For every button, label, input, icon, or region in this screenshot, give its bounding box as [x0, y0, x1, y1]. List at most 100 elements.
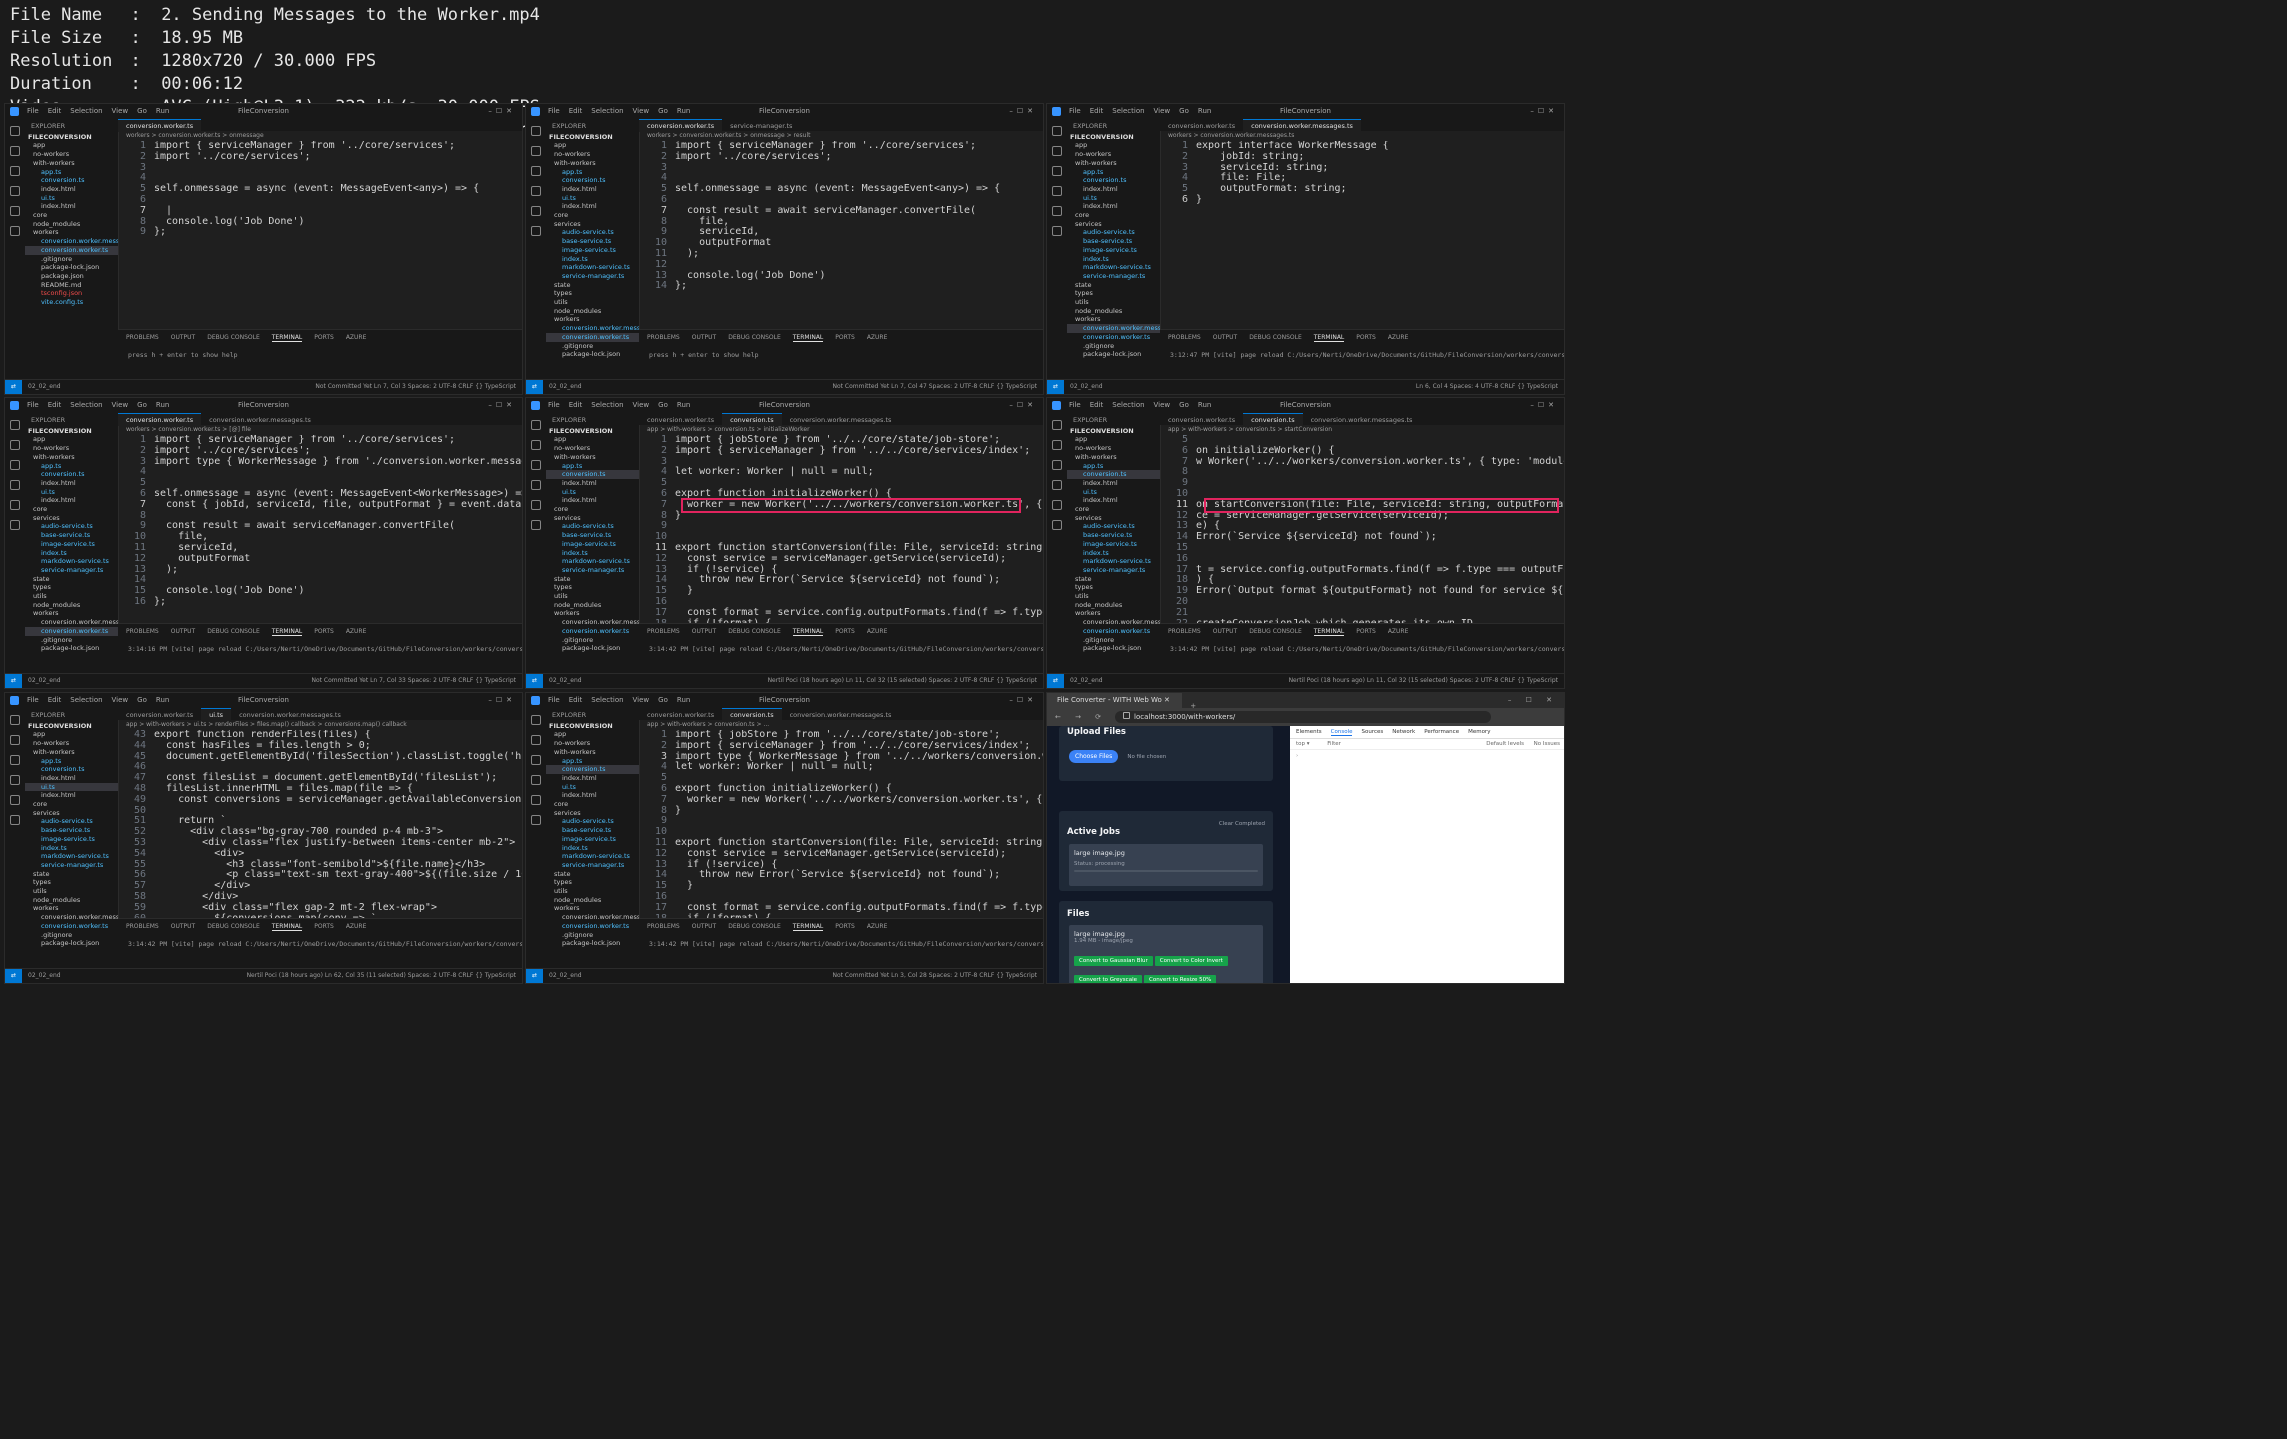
- window-controls[interactable]: –☐✕: [488, 398, 516, 413]
- branch-name[interactable]: 02_02_end: [549, 972, 582, 979]
- tree-item[interactable]: ui.ts: [546, 783, 639, 792]
- code-editor[interactable]: 43 export function renderFiles(files) {44…: [118, 730, 522, 919]
- tree-item[interactable]: package-lock.json: [546, 939, 639, 948]
- command-center-title[interactable]: FileConversion: [526, 693, 1043, 708]
- tree-item[interactable]: package-lock.json: [1067, 350, 1160, 359]
- tree-item[interactable]: types: [25, 583, 118, 592]
- panel-tab[interactable]: OUTPUT: [692, 334, 716, 341]
- tree-item[interactable]: app: [546, 730, 639, 739]
- console-levels[interactable]: Default levels: [1486, 739, 1524, 749]
- tree-item[interactable]: state: [546, 575, 639, 584]
- tree-item[interactable]: audio-service.ts: [25, 817, 118, 826]
- new-tab-icon[interactable]: +: [1190, 702, 1196, 710]
- tree-item[interactable]: app.ts: [546, 462, 639, 471]
- tree-item[interactable]: app: [1067, 435, 1160, 444]
- tree-item[interactable]: audio-service.ts: [1067, 228, 1160, 237]
- terminal-output[interactable]: 3:14:42 PM [vite] page reload C:/Users/N…: [118, 934, 522, 954]
- terminal-output[interactable]: 3:12:47 PM [vite] page reload C:/Users/N…: [1160, 345, 1564, 365]
- panel-tab[interactable]: PORTS: [835, 334, 855, 341]
- tree-item[interactable]: conversion.ts: [25, 765, 118, 774]
- tree-item[interactable]: node_modules: [546, 307, 639, 316]
- source-control-icon[interactable]: [10, 460, 20, 470]
- tree-item[interactable]: conversion.worker.ts: [1067, 333, 1160, 342]
- tree-item[interactable]: conversion.ts: [25, 470, 118, 479]
- tree-item[interactable]: image-service.ts: [1067, 246, 1160, 255]
- panel-tab[interactable]: OUTPUT: [171, 923, 195, 930]
- tree-item[interactable]: conversion.ts: [546, 470, 639, 479]
- tree-item[interactable]: state: [546, 870, 639, 879]
- explorer-root[interactable]: FILECONVERSION: [546, 133, 639, 142]
- tree-item[interactable]: node_modules: [25, 601, 118, 610]
- remote-indicator[interactable]: ⇄: [526, 674, 544, 688]
- tree-item[interactable]: node_modules: [1067, 601, 1160, 610]
- branch-name[interactable]: 02_02_end: [28, 972, 61, 979]
- tree-item[interactable]: node_modules: [546, 601, 639, 610]
- tree-item[interactable]: index.html: [546, 185, 639, 194]
- remote-indicator[interactable]: ⇄: [1047, 674, 1065, 688]
- tree-item[interactable]: service-manager.ts: [25, 566, 118, 575]
- tree-item[interactable]: index.html: [1067, 496, 1160, 505]
- run-debug-icon[interactable]: [531, 480, 541, 490]
- source-control-icon[interactable]: [10, 166, 20, 176]
- panel-tab[interactable]: PORTS: [835, 628, 855, 635]
- tree-item[interactable]: services: [1067, 514, 1160, 523]
- tree-item[interactable]: ui.ts: [1067, 194, 1160, 203]
- explorer-icon[interactable]: [1052, 420, 1062, 430]
- tree-item[interactable]: index.html: [1067, 479, 1160, 488]
- tree-item[interactable]: types: [1067, 583, 1160, 592]
- tree-item[interactable]: tsconfig.json: [25, 289, 118, 298]
- tree-item[interactable]: index.html: [25, 791, 118, 800]
- explorer-root[interactable]: FILECONVERSION: [546, 722, 639, 731]
- tree-item[interactable]: with-workers: [546, 159, 639, 168]
- panel-tab[interactable]: OUTPUT: [171, 628, 195, 635]
- tree-item[interactable]: types: [546, 289, 639, 298]
- panel-tab[interactable]: TERMINAL: [271, 628, 303, 636]
- panel-tab[interactable]: PROBLEMS: [647, 334, 680, 341]
- tree-item[interactable]: vite.config.ts: [25, 298, 118, 307]
- branch-name[interactable]: 02_02_end: [1070, 677, 1103, 684]
- tree-item[interactable]: conversion.worker.ts: [546, 627, 639, 636]
- tree-item[interactable]: image-service.ts: [546, 540, 639, 549]
- tree-item[interactable]: core: [25, 211, 118, 220]
- explorer-icon[interactable]: [10, 420, 20, 430]
- tree-item[interactable]: app: [25, 141, 118, 150]
- tree-item[interactable]: ui.ts: [1067, 488, 1160, 497]
- devtools-tab[interactable]: Performance: [1424, 729, 1459, 735]
- window-controls[interactable]: –☐✕: [1530, 104, 1558, 119]
- tree-item[interactable]: package.json: [25, 272, 118, 281]
- run-debug-icon[interactable]: [10, 186, 20, 196]
- tree-item[interactable]: conversion.worker.messages.ts: [25, 237, 118, 246]
- tree-item[interactable]: conversion.ts: [25, 176, 118, 185]
- code-editor[interactable]: 1 import { serviceManager } from '../core…: [118, 141, 522, 330]
- tree-item[interactable]: app: [546, 435, 639, 444]
- tree-item[interactable]: ui.ts: [546, 488, 639, 497]
- tree-item[interactable]: with-workers: [1067, 453, 1160, 462]
- panel-tab[interactable]: AZURE: [1388, 334, 1409, 341]
- convert-button[interactable]: Convert to Greyscale: [1074, 975, 1142, 983]
- window-controls[interactable]: –☐✕: [1009, 693, 1037, 708]
- tree-item[interactable]: core: [546, 505, 639, 514]
- command-center-title[interactable]: FileConversion: [1047, 104, 1564, 119]
- window-controls[interactable]: –☐✕: [1530, 398, 1558, 413]
- tree-item[interactable]: .gitignore: [1067, 636, 1160, 645]
- tree-item[interactable]: base-service.ts: [546, 826, 639, 835]
- source-control-icon[interactable]: [531, 460, 541, 470]
- tree-item[interactable]: .gitignore: [1067, 342, 1160, 351]
- panel-tab[interactable]: DEBUG CONSOLE: [728, 923, 781, 930]
- browser-window-controls[interactable]: – ☐ ✕: [1508, 693, 1558, 708]
- tree-item[interactable]: index.html: [546, 202, 639, 211]
- tree-item[interactable]: package-lock.json: [25, 939, 118, 948]
- tree-item[interactable]: conversion.worker.ts: [25, 922, 118, 931]
- breadcrumb[interactable]: workers > conversion.worker.messages.ts: [1160, 131, 1564, 141]
- tree-item[interactable]: markdown-service.ts: [25, 852, 118, 861]
- tree-item[interactable]: conversion.worker.ts: [25, 245, 118, 255]
- explorer-root[interactable]: FILECONVERSION: [25, 427, 118, 436]
- tree-item[interactable]: no-workers: [25, 150, 118, 159]
- tree-item[interactable]: index.ts: [25, 549, 118, 558]
- terminal-output[interactable]: 3:14:16 PM [vite] page reload C:/Users/N…: [118, 639, 522, 659]
- panel-tab[interactable]: AZURE: [867, 334, 888, 341]
- run-debug-icon[interactable]: [531, 186, 541, 196]
- tree-item[interactable]: conversion.ts: [1067, 470, 1160, 479]
- code-editor[interactable]: 1 import { serviceManager } from '../core…: [639, 141, 1043, 330]
- tree-item[interactable]: core: [546, 800, 639, 809]
